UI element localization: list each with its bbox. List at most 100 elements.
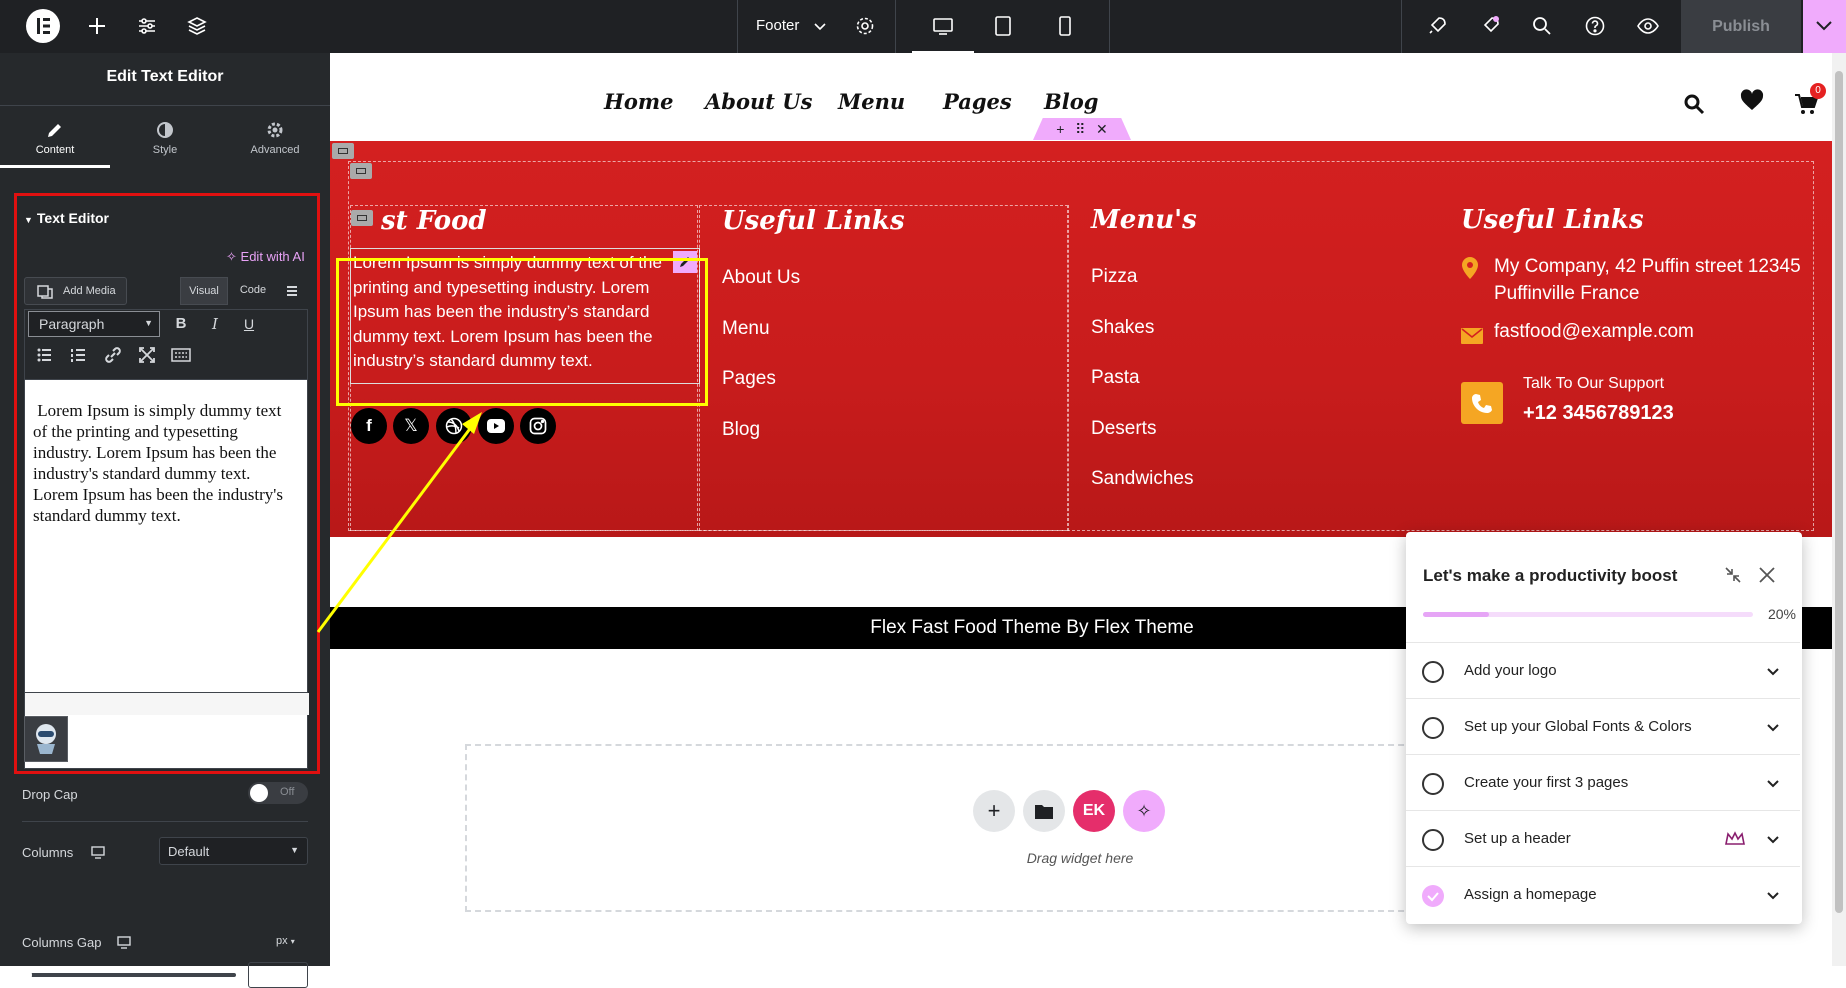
nav-blog[interactable]: Blog — [1044, 89, 1098, 114]
checkbox-circle[interactable] — [1422, 717, 1444, 739]
container-select-handle[interactable] — [350, 163, 372, 179]
footer-link-blog[interactable]: Blog — [722, 419, 760, 441]
sliders-icon[interactable] — [135, 14, 159, 38]
close-icon[interactable] — [1756, 564, 1778, 591]
nav-about-us[interactable]: About Us — [705, 89, 812, 114]
notification-icon[interactable] — [1478, 14, 1502, 38]
underline-button[interactable]: U — [236, 311, 262, 337]
support-phone[interactable]: +12 3456789123 — [1523, 402, 1674, 425]
canvas-scrollbar[interactable] — [1832, 53, 1846, 966]
publish-button[interactable]: Publish — [1681, 0, 1801, 53]
rocket-icon[interactable] — [1425, 14, 1449, 38]
chevron-down-icon[interactable] — [1764, 663, 1782, 685]
layers-icon[interactable] — [185, 14, 209, 38]
checkbox-circle[interactable] — [1422, 829, 1444, 851]
checklist-item-label: Create your first 3 pages — [1464, 774, 1629, 791]
bullet-list-icon[interactable] — [32, 342, 58, 368]
footer-email[interactable]: fastfood@example.com — [1494, 321, 1694, 343]
menu-link-sandwiches[interactable]: Sandwiches — [1091, 468, 1193, 490]
footer-link-menu[interactable]: Menu — [722, 318, 770, 340]
publish-options-button[interactable] — [1803, 0, 1846, 53]
tab-content[interactable]: Content — [0, 106, 110, 168]
link-icon[interactable] — [100, 342, 126, 368]
checkbox-checked[interactable] — [1422, 885, 1444, 907]
add-media-button[interactable]: Add Media — [24, 277, 127, 305]
tablet-icon[interactable] — [991, 14, 1015, 38]
checklist-item-homepage[interactable]: Assign a homepage — [1406, 866, 1800, 922]
sparkle-icon: ✧ — [226, 249, 237, 264]
template-library-button[interactable] — [1023, 790, 1065, 832]
tab-advanced[interactable]: Advanced — [220, 106, 330, 168]
mobile-icon[interactable] — [1053, 14, 1077, 38]
desktop-view-tab[interactable] — [912, 0, 974, 53]
checkbox-circle[interactable] — [1422, 661, 1444, 683]
plus-icon[interactable] — [85, 14, 109, 38]
drop-cap-toggle[interactable]: Off — [248, 782, 308, 804]
format-select[interactable]: Paragraph ▼ — [28, 311, 160, 337]
elementskit-button[interactable]: EK — [1073, 790, 1115, 832]
delete-section-icon[interactable]: ✕ — [1096, 121, 1108, 138]
half-circle-icon — [155, 120, 175, 140]
checklist-item-first-pages[interactable]: Create your first 3 pages — [1406, 754, 1800, 810]
drag-handle-icon[interactable]: ⠿ — [1075, 121, 1085, 138]
add-section-icon[interactable]: + — [1056, 121, 1064, 137]
unit-select[interactable]: px ▾ — [276, 935, 295, 947]
numbered-list-icon[interactable] — [66, 342, 92, 368]
envelope-icon — [1461, 328, 1483, 349]
instagram-icon[interactable] — [520, 408, 556, 444]
visual-tab[interactable]: Visual — [180, 277, 228, 305]
menu-link-pasta[interactable]: Pasta — [1091, 367, 1140, 389]
editor-panel: Edit Text Editor Content Style Advanced … — [0, 53, 330, 988]
toolbar-toggle-icon[interactable] — [282, 281, 302, 301]
edit-with-ai-button[interactable]: ✧ Edit with AI — [226, 249, 305, 265]
italic-button[interactable]: I — [202, 311, 228, 337]
add-section-button[interactable]: + — [973, 790, 1015, 832]
checklist-item-add-logo[interactable]: Add your logo — [1406, 642, 1800, 698]
checkbox-circle[interactable] — [1422, 773, 1444, 795]
chevron-down-icon[interactable] — [1764, 719, 1782, 741]
search-icon[interactable] — [1683, 93, 1705, 120]
text-editor-area[interactable]: Lorem Ipsum is simply dummy text of the … — [24, 379, 308, 693]
checklist-item-fonts-colors[interactable]: Set up your Global Fonts & Colors — [1406, 698, 1800, 754]
chevron-down-icon[interactable] — [1764, 887, 1782, 909]
heart-icon[interactable] — [1740, 89, 1764, 116]
checklist-item-header[interactable]: Set up a header — [1406, 810, 1800, 866]
elementor-logo-icon[interactable] — [26, 9, 60, 43]
fullscreen-icon[interactable] — [134, 342, 160, 368]
tab-style[interactable]: Style — [110, 106, 220, 168]
chevron-down-icon[interactable] — [808, 14, 832, 38]
menu-link-deserts[interactable]: Deserts — [1091, 418, 1156, 440]
nav-home[interactable]: Home — [604, 89, 673, 114]
section-select-handle[interactable] — [332, 143, 354, 159]
help-icon[interactable] — [1583, 14, 1607, 38]
chevron-down-icon[interactable] — [1764, 775, 1782, 797]
gap-slider[interactable] — [14, 966, 236, 984]
footer-link-about-us[interactable]: About Us — [722, 267, 800, 289]
section-collapse-toggle[interactable]: ▼ Text Editor — [24, 210, 224, 230]
code-tab[interactable]: Code — [229, 277, 277, 305]
eye-icon[interactable] — [1636, 14, 1660, 38]
responsive-desktop-icon[interactable] — [90, 844, 106, 865]
ai-assistant-avatar[interactable] — [24, 716, 68, 762]
document-name[interactable]: Footer — [756, 17, 799, 34]
gear-icon — [265, 120, 285, 140]
columns-label: Columns — [22, 845, 74, 860]
column-select-handle[interactable] — [351, 210, 373, 226]
footer-link-pages[interactable]: Pages — [722, 368, 776, 390]
section-handle[interactable]: + ⠿ ✕ — [1033, 118, 1131, 140]
chevron-down-icon[interactable] — [1764, 831, 1782, 853]
progress-fill — [1423, 612, 1489, 617]
columns-select[interactable]: Default ▼ — [159, 837, 308, 865]
bold-button[interactable]: B — [168, 311, 194, 337]
menu-link-shakes[interactable]: Shakes — [1091, 317, 1154, 339]
minimize-icon[interactable] — [1722, 564, 1744, 591]
top-bar: Footer Publish — [0, 0, 1846, 53]
gear-icon[interactable] — [853, 14, 877, 38]
menu-link-pizza[interactable]: Pizza — [1091, 266, 1137, 288]
keyboard-icon[interactable] — [168, 342, 194, 368]
responsive-desktop-icon[interactable] — [116, 934, 132, 955]
search-icon[interactable] — [1530, 14, 1554, 38]
nav-pages[interactable]: Pages — [943, 89, 1012, 114]
nav-menu[interactable]: Menu — [838, 89, 905, 114]
ai-generate-button[interactable]: ✧ — [1123, 790, 1165, 832]
